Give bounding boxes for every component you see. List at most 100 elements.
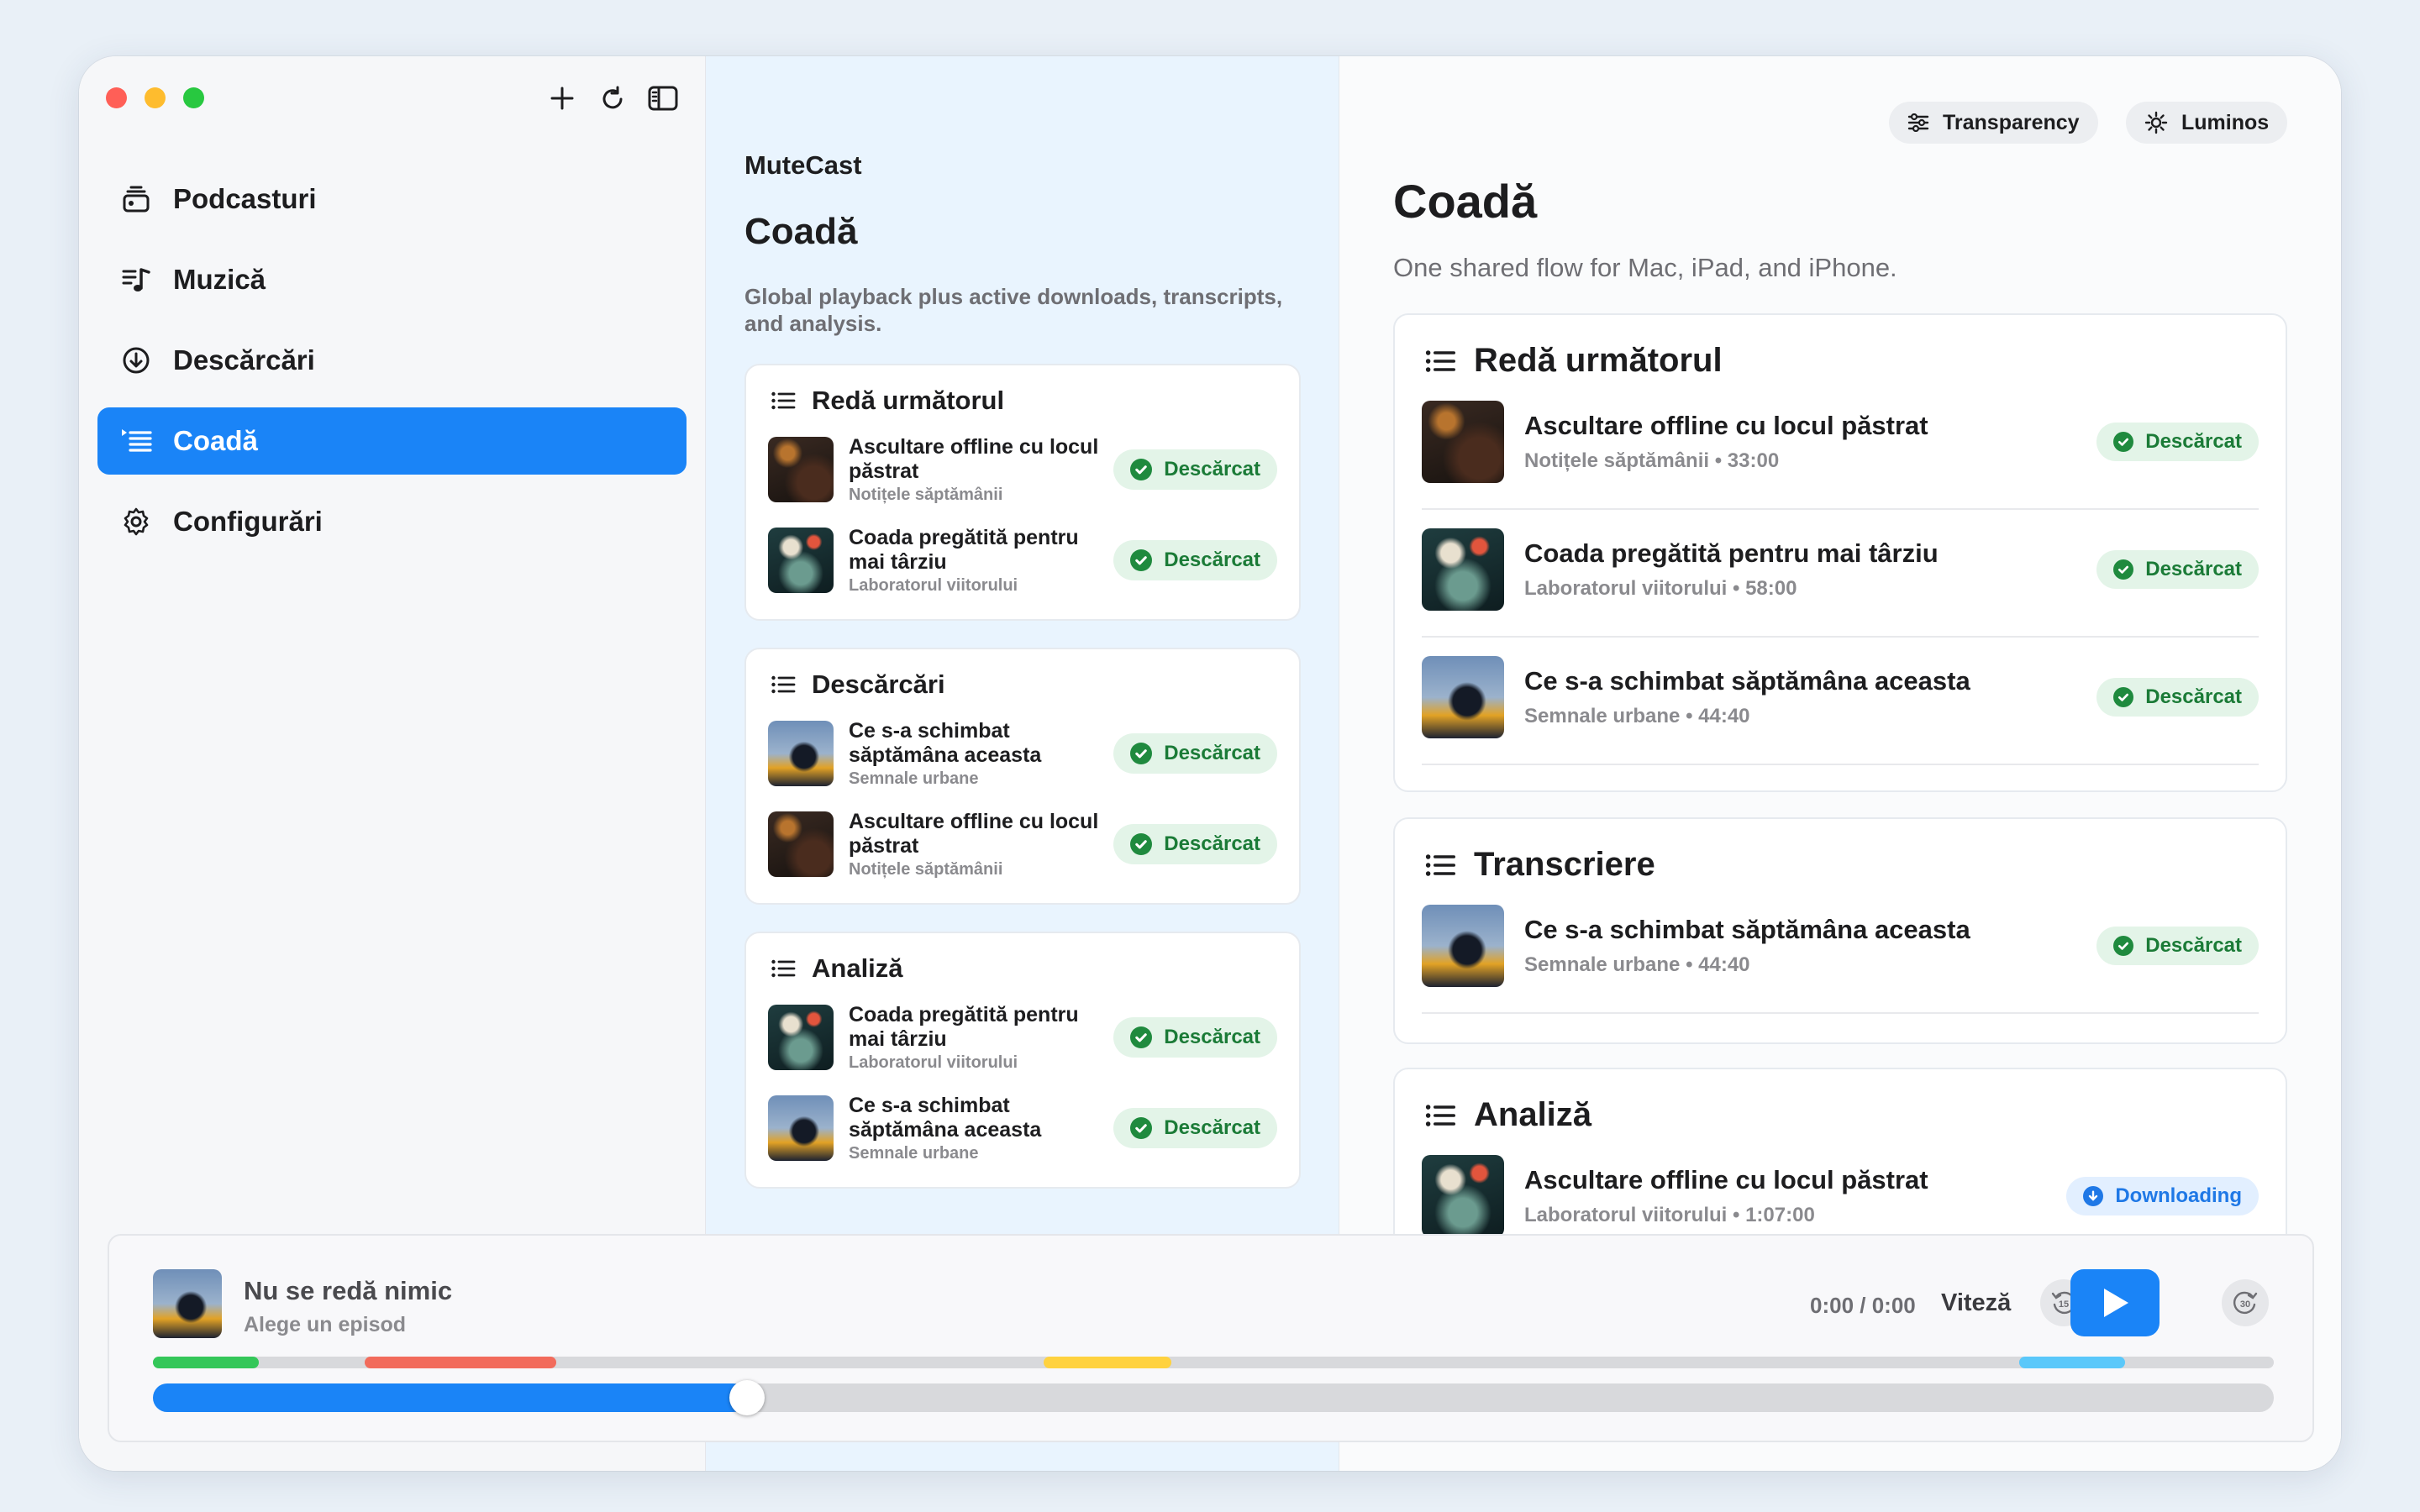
- chapter-segment: [153, 1357, 260, 1368]
- zoom-window-button[interactable]: [183, 87, 204, 108]
- downloaded-badge: Descărcat: [2096, 927, 2259, 965]
- play-button[interactable]: [2070, 1269, 2160, 1336]
- downloading-badge: Downloading: [2066, 1177, 2259, 1215]
- sun-icon: [2144, 111, 2168, 134]
- episode-show: Laboratorul viitorului: [849, 1053, 1018, 1072]
- progress-knob[interactable]: [729, 1380, 765, 1415]
- sidebar-item-podcasturi[interactable]: Podcasturi: [97, 165, 687, 233]
- downloaded-badge: Descărcat: [1113, 733, 1277, 774]
- section-title: Transcriere: [1474, 846, 1655, 883]
- episode-artwork: [1422, 401, 1504, 483]
- episode-show: Notițele săptămânii: [849, 859, 1003, 879]
- music-note-icon: [119, 263, 153, 297]
- list-icon: [770, 671, 797, 698]
- close-window-button[interactable]: [106, 87, 127, 108]
- checkmark-icon: [2113, 936, 2134, 956]
- downloaded-badge: Descărcat: [2096, 678, 2259, 717]
- download-progress-icon: [2083, 1186, 2104, 1206]
- episode-artwork: [768, 528, 834, 593]
- skip-forward-label: 30: [2240, 1299, 2250, 1310]
- skip-forward-icon: 30: [2233, 1291, 2258, 1315]
- mid-section-card: Analiză Coada pregătită pentru mai târziu…: [744, 932, 1301, 1189]
- theme-button[interactable]: Luminos: [2126, 102, 2288, 144]
- downloaded-badge: Descărcat: [1113, 1017, 1277, 1058]
- sidebar-item-descarcari[interactable]: Descărcări: [97, 327, 687, 394]
- checkmark-icon: [2113, 559, 2134, 580]
- episode-meta: Laboratorul viitorului • 1:07:00: [1524, 1204, 1815, 1226]
- episode-artwork: [768, 721, 834, 786]
- chapter-segment: [365, 1357, 556, 1368]
- now-playing-artwork: [153, 1269, 222, 1338]
- list-icon: [770, 955, 797, 982]
- episode-artwork: [1422, 528, 1504, 611]
- sidebar-toggle-icon[interactable]: [646, 81, 680, 115]
- episode-show: Notițele săptămânii: [849, 485, 1003, 504]
- checkmark-icon: [2113, 432, 2134, 452]
- progress-slider[interactable]: [153, 1380, 2274, 1415]
- episode-title: Ascultare offline cu locul păstrat: [849, 434, 1099, 483]
- skip-back-label: 15: [2059, 1299, 2069, 1310]
- row-divider: [1422, 636, 2259, 638]
- mid-section-card: Descărcări Ce s-a schimbat săptămâna acea…: [744, 648, 1301, 905]
- sidebar-item-muzica[interactable]: Muzică: [97, 246, 687, 313]
- chapter-segment: [2019, 1357, 2126, 1368]
- play-icon: [2104, 1289, 2128, 1317]
- checkmark-icon: [2113, 687, 2134, 707]
- mini-player: Nu se redă nimic Alege un episod 0:00 / …: [108, 1234, 2314, 1442]
- transparency-label: Transparency: [1943, 110, 2080, 134]
- playback-time: 0:00 / 0:00: [1810, 1293, 1916, 1318]
- badge-label: Downloading: [2115, 1184, 2242, 1207]
- sidebar-nav: Podcasturi Muzică Descărcări Coadă Confi…: [97, 165, 687, 569]
- episode-artwork: [1422, 656, 1504, 738]
- progress-fill: [153, 1383, 747, 1412]
- episode-title: Ce s-a schimbat săptămâna aceasta: [1524, 666, 1970, 696]
- episode-title: Ce s-a schimbat săptămâna aceasta: [849, 1093, 1042, 1142]
- add-icon[interactable]: [545, 81, 579, 115]
- detail-description: One shared flow for Mac, iPad, and iPhon…: [1393, 253, 1897, 282]
- sidebar-item-label: Podcasturi: [173, 183, 317, 214]
- queue-list-icon: [119, 424, 153, 458]
- checkmark-icon: [1130, 743, 1153, 764]
- download-circle-icon: [119, 344, 153, 377]
- sidebar-item-label: Muzică: [173, 264, 266, 295]
- episode-artwork: [768, 1095, 834, 1161]
- minimize-window-button[interactable]: [145, 87, 166, 108]
- podcast-stack-icon: [119, 182, 153, 216]
- episode-meta: Semnale urbane • 44:40: [1524, 953, 1750, 976]
- refresh-icon[interactable]: [596, 81, 629, 115]
- episode-show: Laboratorul viitorului: [849, 575, 1018, 595]
- episode-artwork: [768, 811, 834, 877]
- section-title: Analiză: [1474, 1096, 1592, 1133]
- sidebar-item-configurari[interactable]: Configurări: [97, 488, 687, 555]
- row-divider: [1422, 1012, 2259, 1014]
- speed-button[interactable]: Viteză: [1941, 1289, 2011, 1317]
- badge-label: Descărcat: [1164, 832, 1260, 855]
- mid-section-card: Redă următorul Ascultare offline cu locul…: [744, 364, 1301, 621]
- detail-section-card: Transcriere Ce s-a schimbat săptămâna ace…: [1393, 817, 2287, 1044]
- transparency-button[interactable]: Transparency: [1889, 102, 2098, 144]
- sliders-icon: [1907, 113, 1929, 132]
- checkmark-icon: [1130, 1026, 1153, 1048]
- sidebar-item-coada[interactable]: Coadă: [97, 407, 687, 475]
- page-title: Coadă: [744, 211, 858, 252]
- episode-meta: Laboratorul viitorului • 58:00: [1524, 577, 1797, 600]
- list-icon: [1423, 344, 1457, 378]
- row-divider: [1422, 764, 2259, 765]
- episode-title: Ascultare offline cu locul păstrat: [849, 809, 1099, 858]
- app-window: Podcasturi Muzică Descărcări Coadă Confi…: [79, 56, 2341, 1471]
- skip-forward-button[interactable]: 30: [2222, 1279, 2269, 1326]
- sidebar-item-label: Descărcări: [173, 344, 315, 375]
- badge-label: Descărcat: [1164, 549, 1260, 571]
- section-title: Descărcări: [812, 669, 945, 699]
- downloaded-badge: Descărcat: [1113, 824, 1277, 864]
- badge-label: Descărcat: [1164, 742, 1260, 764]
- row-divider: [1422, 508, 2259, 510]
- sidebar-item-label: Configurări: [173, 506, 323, 537]
- checkmark-icon: [1130, 459, 1153, 480]
- chapter-segments: [153, 1357, 2274, 1368]
- episode-title: Coada pregătită pentru mai târziu: [1524, 538, 1939, 568]
- downloaded-badge: Descărcat: [1113, 540, 1277, 580]
- episode-artwork: [768, 1005, 834, 1070]
- list-icon: [770, 387, 797, 414]
- episode-title: Ce s-a schimbat săptămâna aceasta: [1524, 915, 1970, 944]
